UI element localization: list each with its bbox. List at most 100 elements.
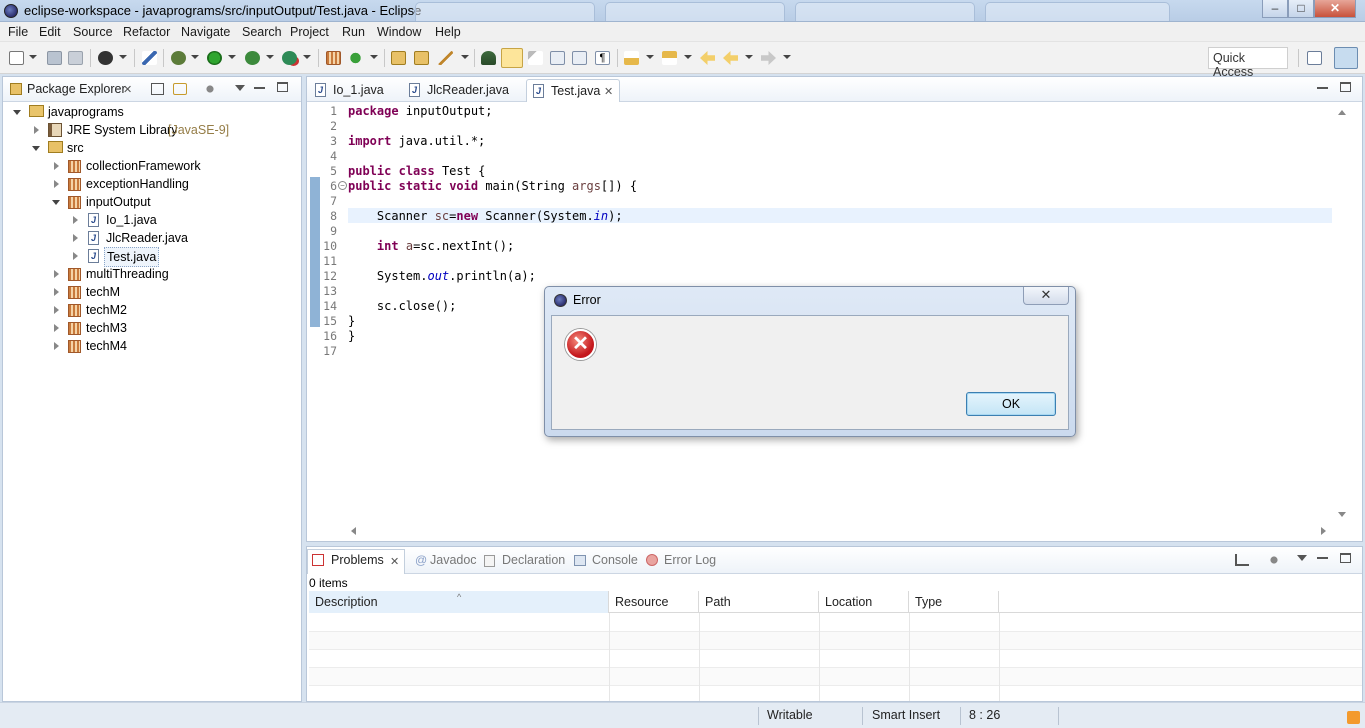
- tree-file[interactable]: J Io_1.java: [11, 211, 251, 229]
- link-with-editor-icon[interactable]: [173, 83, 187, 95]
- tab-console[interactable]: Console: [592, 553, 638, 567]
- chevron-down-icon[interactable]: [370, 55, 378, 59]
- minimize-button[interactable]: –: [1262, 0, 1288, 18]
- close-icon[interactable]: ✕: [390, 555, 399, 568]
- column-location[interactable]: Location: [819, 591, 909, 613]
- tab-error-log[interactable]: Error Log: [664, 553, 716, 567]
- debug-icon[interactable]: [171, 51, 186, 65]
- scroll-up-icon[interactable]: [1338, 110, 1346, 115]
- chevron-down-icon[interactable]: [646, 55, 654, 59]
- menu-edit[interactable]: Edit: [39, 25, 61, 39]
- tree-package[interactable]: techM3: [11, 319, 251, 337]
- tree-src[interactable]: src: [11, 139, 211, 157]
- forward-icon[interactable]: [761, 51, 776, 65]
- tab-io-1-java[interactable]: J Io_1.java: [309, 79, 390, 102]
- save-all-icon[interactable]: [68, 51, 83, 65]
- vertical-scrollbar[interactable]: [1335, 102, 1349, 527]
- view-menu-icon[interactable]: [1267, 555, 1281, 565]
- next-annotation-icon[interactable]: [624, 51, 639, 65]
- word-wrap-icon[interactable]: [572, 51, 587, 65]
- scroll-right-icon[interactable]: [1321, 527, 1326, 535]
- chevron-down-icon[interactable]: [1297, 555, 1307, 561]
- new-package-icon[interactable]: [326, 51, 341, 65]
- run-icon[interactable]: [207, 51, 222, 65]
- chevron-down-icon[interactable]: [303, 55, 311, 59]
- quick-access-input[interactable]: Quick Access: [1208, 47, 1288, 79]
- fold-toggle-icon[interactable]: −: [338, 181, 347, 190]
- skip-breakpoints-icon[interactable]: [142, 51, 157, 65]
- menu-run[interactable]: Run: [342, 25, 365, 39]
- ok-button[interactable]: OK: [966, 392, 1056, 416]
- collapse-all-icon[interactable]: [151, 83, 164, 95]
- toggle-mark-occurrences-icon[interactable]: [481, 51, 496, 65]
- tab-javadoc[interactable]: Javadoc: [430, 553, 477, 567]
- chevron-down-icon[interactable]: [684, 55, 692, 59]
- menu-help[interactable]: Help: [435, 25, 461, 39]
- maximize-view-icon[interactable]: [1340, 82, 1351, 92]
- minimize-view-icon[interactable]: [254, 87, 265, 89]
- chevron-down-icon[interactable]: [461, 55, 469, 59]
- tree-package[interactable]: techM: [11, 283, 251, 301]
- code-line[interactable]: package inputOutput;: [348, 104, 493, 119]
- view-menu-icon[interactable]: [203, 84, 217, 94]
- horizontal-scrollbar[interactable]: [347, 524, 1332, 538]
- tree-file[interactable]: J JlcReader.java: [11, 229, 251, 247]
- tree-package[interactable]: collectionFramework: [11, 157, 251, 175]
- save-icon[interactable]: [47, 51, 62, 65]
- new-icon[interactable]: [9, 51, 24, 65]
- chevron-down-icon[interactable]: [745, 55, 753, 59]
- column-path[interactable]: Path: [699, 591, 819, 613]
- code-line[interactable]: }: [348, 314, 355, 329]
- minimize-view-icon[interactable]: [1317, 87, 1328, 89]
- back-icon[interactable]: [723, 51, 738, 65]
- code-line[interactable]: public static void main(String args[]) {: [348, 179, 637, 194]
- package-explorer-title[interactable]: Package Explorer: [27, 77, 126, 102]
- focus-icon[interactable]: [1235, 554, 1249, 566]
- paragraph-icon[interactable]: ¶: [595, 51, 610, 65]
- coverage-icon[interactable]: [245, 51, 260, 65]
- menu-search[interactable]: Search: [242, 25, 282, 39]
- search-icon[interactable]: [438, 51, 453, 65]
- menu-project[interactable]: Project: [290, 25, 329, 39]
- tree-package[interactable]: exceptionHandling: [11, 175, 251, 193]
- open-type-icon[interactable]: [391, 51, 406, 65]
- user-icon[interactable]: [98, 51, 113, 65]
- tree-package[interactable]: techM4: [11, 337, 251, 355]
- menu-file[interactable]: File: [8, 25, 28, 39]
- code-line[interactable]: System.out.println(a);: [348, 269, 536, 284]
- maximize-button[interactable]: □: [1288, 0, 1314, 18]
- tree-file-selected[interactable]: J Test.java: [11, 247, 251, 267]
- external-tools-icon[interactable]: [282, 51, 297, 65]
- tree-package[interactable]: inputOutput: [11, 193, 251, 211]
- open-perspective-icon[interactable]: [1307, 51, 1322, 65]
- toggle-highlight-icon[interactable]: [501, 48, 523, 68]
- close-icon[interactable]: ✕: [604, 85, 613, 98]
- maximize-view-icon[interactable]: [1340, 553, 1351, 563]
- chevron-down-icon[interactable]: [266, 55, 274, 59]
- rss-icon[interactable]: [1347, 711, 1360, 724]
- code-line-current[interactable]: Scanner sc=new Scanner(System.in);: [348, 209, 623, 224]
- menu-source[interactable]: Source: [73, 25, 113, 39]
- dialog-close-button[interactable]: ✕: [1023, 287, 1069, 305]
- chevron-down-icon[interactable]: [29, 55, 37, 59]
- show-whitespace-icon[interactable]: [550, 51, 565, 65]
- code-line[interactable]: public class Test {: [348, 164, 485, 179]
- code-line[interactable]: int a=sc.nextInt();: [348, 239, 514, 254]
- tree-jre[interactable]: JRE System Library [JavaSE-9]: [11, 121, 271, 139]
- tree-project[interactable]: javaprograms: [11, 103, 211, 121]
- menu-window[interactable]: Window: [377, 25, 421, 39]
- column-type[interactable]: Type: [909, 591, 999, 613]
- tab-test-java[interactable]: J Test.java ✕: [526, 79, 620, 102]
- previous-annotation-icon[interactable]: [662, 51, 677, 65]
- menu-refactor[interactable]: Refactor: [123, 25, 170, 39]
- tree-package[interactable]: techM2: [11, 301, 251, 319]
- close-icon[interactable]: ✕: [123, 83, 132, 96]
- chevron-down-icon[interactable]: [783, 55, 791, 59]
- code-line[interactable]: }: [348, 329, 355, 344]
- chevron-down-icon[interactable]: [228, 55, 236, 59]
- close-window-button[interactable]: ✕: [1314, 0, 1356, 18]
- open-task-icon[interactable]: [414, 51, 429, 65]
- tab-declaration[interactable]: Declaration: [502, 553, 565, 567]
- chevron-down-icon[interactable]: [235, 85, 245, 91]
- menu-navigate[interactable]: Navigate: [181, 25, 230, 39]
